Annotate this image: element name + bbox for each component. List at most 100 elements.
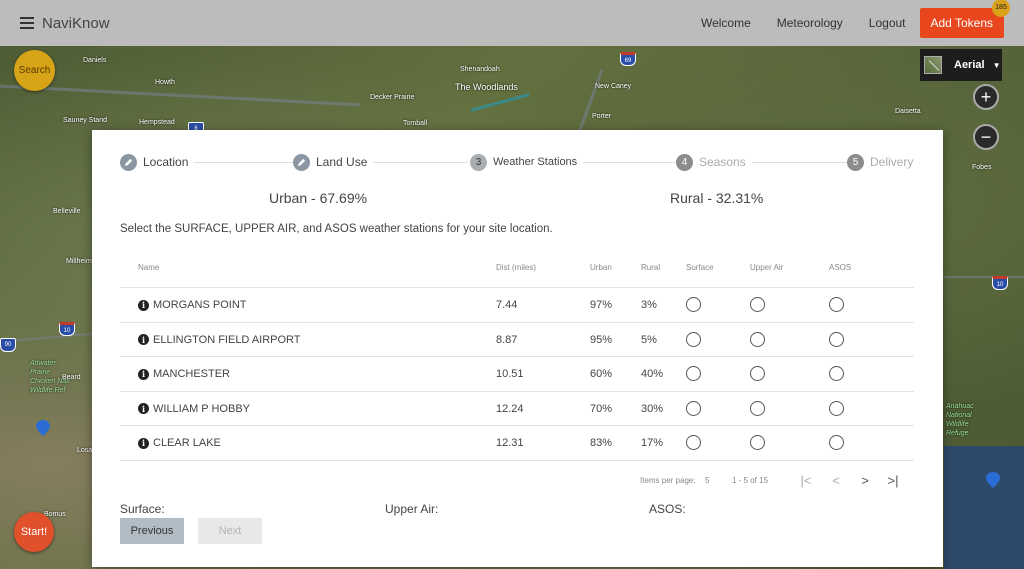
table-row: i MORGANS POINT 7.44 97% 3%: [120, 288, 914, 323]
menu-icon[interactable]: [20, 17, 34, 29]
selected-surface-label: Surface:: [120, 502, 165, 516]
highway-shield-10-east: 10: [992, 276, 1008, 290]
map-layer-select[interactable]: Aerial ▼: [920, 49, 1002, 81]
nav-link-logout[interactable]: Logout: [869, 16, 906, 30]
table-row: i ELLINGTON FIELD AIRPORT 8.87 95% 5%: [120, 323, 914, 358]
rural-cell: 30%: [641, 402, 664, 415]
upper-air-radio[interactable]: [750, 366, 765, 382]
surface-radio[interactable]: [686, 331, 701, 347]
table-row: i WILLIAM P HOBBY 12.24 70% 30%: [120, 392, 914, 427]
aerial-layer-icon: [924, 56, 942, 74]
instructions-text: Select the SURFACE, UPPER AIR, and ASOS …: [120, 223, 553, 235]
top-app-bar: NaviKnow Welcome Meteorology Logout Add …: [0, 0, 1024, 46]
rural-cell: 5%: [641, 333, 657, 346]
add-tokens-button[interactable]: Add Tokens 185: [919, 0, 1010, 38]
station-name-cell: i WILLIAM P HOBBY: [138, 403, 250, 415]
pencil-icon: [293, 153, 310, 171]
info-icon[interactable]: i: [138, 334, 149, 346]
app-brand[interactable]: NaviKnow: [42, 15, 110, 32]
surface-radio[interactable]: [686, 400, 701, 416]
column-header-name[interactable]: Name: [138, 263, 159, 272]
info-icon[interactable]: i: [138, 368, 149, 380]
highway-shield-10-west: 10: [59, 322, 75, 336]
upper-air-radio[interactable]: [750, 331, 765, 347]
selected-asos-label: ASOS:: [649, 502, 686, 516]
map-label-anahuac-refuge: Anahuac National Wildlife Refuge: [946, 403, 974, 437]
next-button[interactable]: Next: [198, 518, 262, 544]
step-land-use[interactable]: Land Use: [293, 152, 374, 172]
step-label-seasons: Seasons: [699, 155, 746, 169]
column-header-dist[interactable]: Dist (miles): [496, 263, 536, 272]
step-seasons[interactable]: 4 Seasons: [676, 152, 752, 172]
highway-shield-90: 90: [0, 338, 16, 352]
upper-air-radio[interactable]: [750, 435, 765, 451]
distance-cell: 12.24: [496, 402, 524, 415]
step-label-weather-stations: Weather Stations: [493, 156, 578, 168]
column-header-rural[interactable]: Rural: [641, 263, 660, 272]
previous-button[interactable]: Previous: [120, 518, 184, 544]
info-icon[interactable]: i: [138, 299, 149, 311]
table-row: i MANCHESTER 10.51 60% 40%: [120, 357, 914, 392]
wizard-stepper: Location Land Use 3 Weather Stations 4 S…: [120, 152, 920, 172]
surface-radio[interactable]: [686, 366, 701, 382]
map-marker-icon[interactable]: [36, 420, 50, 436]
items-per-page-select[interactable]: 5: [705, 476, 709, 485]
step-number: 4: [676, 153, 693, 171]
map-label-new-caney: New Caney: [595, 83, 632, 90]
nav-link-meteorology[interactable]: Meteorology: [777, 16, 843, 30]
pencil-icon: [120, 153, 137, 171]
rural-percentage: Rural - 32.31%: [670, 190, 764, 206]
minus-icon: −: [980, 127, 992, 147]
surface-radio[interactable]: [686, 297, 701, 312]
info-icon[interactable]: i: [138, 403, 149, 415]
step-number: 3: [470, 153, 487, 171]
column-header-upper-air[interactable]: Upper Air: [750, 263, 783, 272]
station-name-cell: i CLEAR LAKE: [138, 437, 221, 449]
previous-page-icon[interactable]: <: [828, 473, 844, 488]
add-tokens-label: Add Tokens: [930, 16, 994, 30]
step-connector: [190, 162, 300, 163]
map-label-tomball: Tomball: [403, 120, 428, 127]
asos-radio[interactable]: [829, 366, 844, 382]
asos-radio[interactable]: [829, 400, 844, 416]
surface-radio[interactable]: [686, 435, 701, 451]
station-name: MORGANS POINT: [153, 299, 247, 311]
urban-cell: 83%: [590, 437, 613, 450]
distance-cell: 12.31: [496, 437, 524, 450]
first-page-icon[interactable]: |<: [798, 473, 814, 488]
station-name: ELLINGTON FIELD AIRPORT: [153, 333, 301, 346]
last-page-icon[interactable]: >|: [885, 473, 901, 488]
map-label-howth: Howth: [155, 79, 175, 86]
column-header-surface[interactable]: Surface: [686, 263, 714, 272]
nav-link-welcome[interactable]: Welcome: [701, 16, 751, 30]
step-label-location: Location: [143, 155, 189, 169]
step-label-land-use: Land Use: [316, 155, 368, 169]
step-weather-stations[interactable]: 3 Weather Stations: [470, 152, 584, 172]
asos-radio[interactable]: [829, 435, 844, 451]
asos-radio[interactable]: [829, 297, 844, 312]
column-header-asos[interactable]: ASOS: [829, 263, 851, 272]
caret-down-icon: ▼: [992, 60, 1001, 70]
plus-icon: +: [980, 87, 992, 107]
map-marker-icon[interactable]: [986, 472, 1000, 488]
start-button[interactable]: Start!: [14, 512, 54, 552]
column-header-urban[interactable]: Urban: [590, 263, 612, 272]
zoom-out-button[interactable]: −: [973, 124, 999, 150]
table-row: i CLEAR LAKE 12.31 83% 17%: [120, 426, 914, 461]
step-connector: [368, 162, 468, 163]
step-location[interactable]: Location: [120, 152, 195, 172]
step-delivery[interactable]: 5 Delivery: [847, 152, 920, 172]
zoom-in-button[interactable]: +: [973, 84, 999, 110]
station-name: CLEAR LAKE: [153, 437, 221, 450]
page-range-label: 1 - 5 of 15: [732, 476, 769, 485]
next-page-icon[interactable]: >: [857, 473, 873, 488]
search-button[interactable]: Search: [14, 50, 55, 91]
top-nav: Welcome Meteorology Logout Add Tokens 18…: [675, 0, 1010, 38]
upper-air-radio[interactable]: [750, 400, 765, 416]
distance-cell: 8.87: [496, 333, 518, 346]
asos-radio[interactable]: [829, 331, 844, 347]
selected-upper-air-label: Upper Air:: [385, 502, 439, 516]
info-icon[interactable]: i: [138, 437, 149, 449]
urban-percentage: Urban - 67.69%: [269, 190, 368, 206]
upper-air-radio[interactable]: [750, 297, 765, 312]
